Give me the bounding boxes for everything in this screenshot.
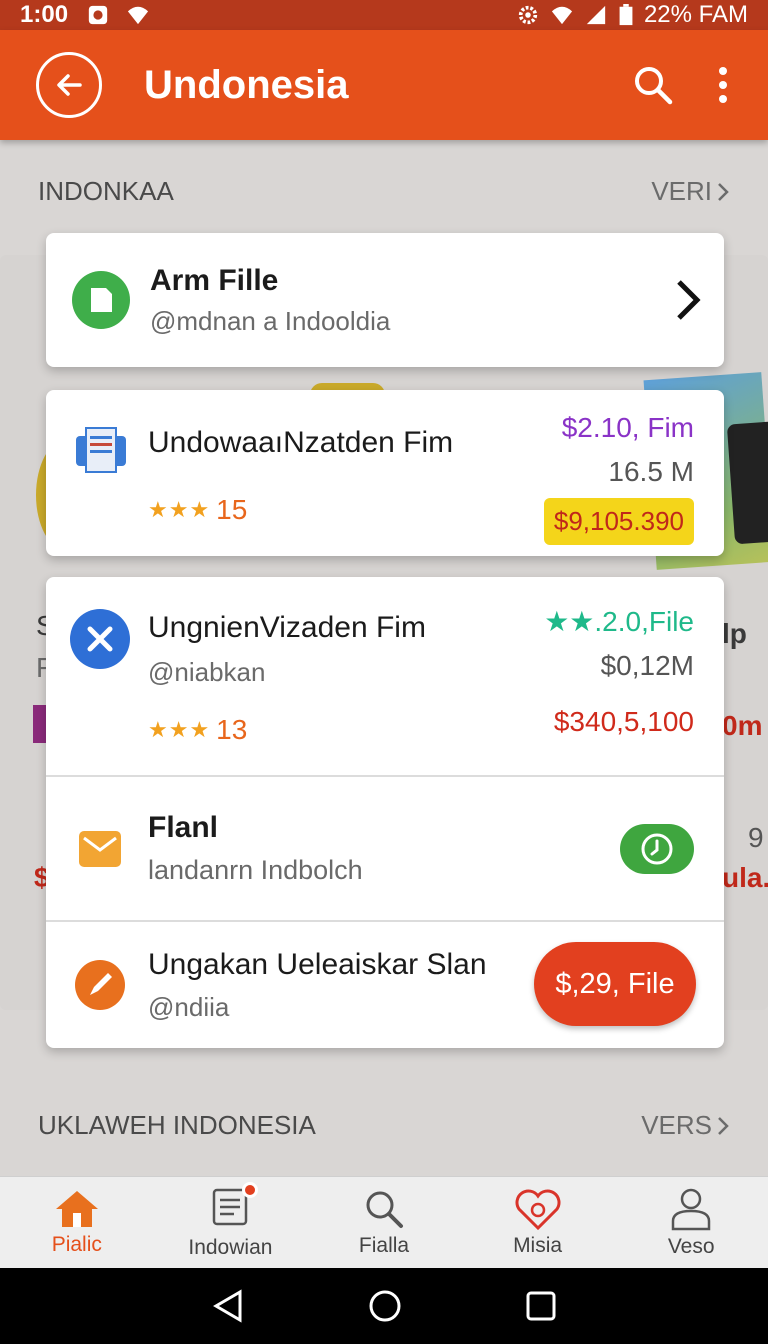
app-title: Undonesia	[144, 62, 349, 107]
section-title: INDONKAA	[38, 176, 174, 206]
nav-label: Indowian	[188, 1235, 273, 1259]
card-title: UngnienVizaden Fim	[148, 611, 426, 644]
section-header: UKLAWEH INDONESIA VERS	[38, 1110, 730, 1141]
system-nav-bar	[0, 1268, 768, 1344]
card-subtitle: @niabkan	[148, 657, 266, 687]
home-icon	[55, 1190, 98, 1227]
wifi-icon	[127, 6, 149, 25]
chevron-right-icon	[718, 1116, 729, 1135]
more-vert-icon[interactable]	[718, 65, 728, 105]
rating-count: 13	[216, 714, 248, 745]
clock-icon	[641, 833, 673, 864]
price-badge[interactable]: $9,105.390	[543, 498, 694, 545]
back-button[interactable]	[36, 52, 102, 118]
star-rating-icon: ★★★	[148, 717, 211, 742]
list-item[interactable]: Ungakan Ueleaiskar Slan @ndiia $,29, Fil…	[46, 922, 724, 1048]
nav-search[interactable]: Fialla	[307, 1177, 461, 1268]
battery-text: 22% FAM	[643, 1, 748, 28]
profile-icon	[671, 1188, 711, 1230]
notification-dot	[242, 1181, 259, 1198]
bg-fragment: lp	[722, 618, 747, 649]
battery-icon	[619, 4, 633, 26]
see-more-link[interactable]: VERS	[641, 1110, 730, 1141]
price-label: $2.10, Fim	[561, 412, 694, 443]
section-header: INDONKAA VERI	[38, 176, 730, 207]
app-bar: Undonesia	[0, 30, 768, 140]
nav-label: Pialic	[51, 1232, 102, 1256]
file-icon	[72, 271, 130, 329]
nav-label: Misia	[513, 1233, 563, 1257]
chevron-right-icon	[718, 182, 729, 201]
size-label: $0,12M	[600, 650, 694, 681]
card-title: Arm Fille	[150, 263, 279, 297]
wifi-full-icon	[551, 6, 573, 25]
bottom-nav: Pialic Indowian Fialla Misia Veso	[0, 1176, 768, 1268]
arrow-left-icon	[57, 74, 82, 96]
nav-label: Fialla	[358, 1233, 410, 1257]
document-icon	[76, 427, 126, 473]
search-icon[interactable]	[632, 64, 674, 106]
chevron-right-icon	[677, 280, 701, 320]
timer-toggle[interactable]	[620, 823, 694, 874]
bg-fragment: 0m	[722, 710, 763, 741]
status-bar: 1:00 22% FAM	[0, 0, 768, 30]
nav-profile[interactable]: Veso	[614, 1177, 768, 1268]
back-triangle-icon[interactable]	[212, 1289, 244, 1323]
home-circle-icon[interactable]	[368, 1289, 402, 1323]
signal-icon	[586, 5, 606, 25]
settings-gear-icon	[518, 5, 538, 25]
app-list-card: UngnienVizaden Fim @niabkan ★★★ 13 ★★.2.…	[46, 577, 724, 1048]
nav-home[interactable]: Pialic	[0, 1177, 154, 1268]
recents-square-icon[interactable]	[526, 1291, 556, 1321]
app-card[interactable]: UndowaaıNzatden Fim ★★★ 15 $2.10, Fim 16…	[46, 390, 724, 556]
star-rating-icon: ★★★	[148, 497, 211, 522]
nav-notes[interactable]: Indowian	[154, 1177, 308, 1268]
bg-fragment: ula.	[722, 862, 768, 893]
amount-label: $340,5,100	[553, 706, 694, 737]
card-title: Ungakan Ueleaiskar Slan	[148, 947, 487, 981]
nav-favorites[interactable]: Misia	[461, 1177, 615, 1268]
status-time: 1:00	[20, 1, 69, 28]
rating: ★★★ 15	[148, 494, 453, 526]
rating: ★★★ 13	[148, 714, 426, 746]
buy-button[interactable]: $,29, File	[534, 942, 696, 1026]
file-card[interactable]: Arm Fille @mdnan a Indooldia	[46, 233, 724, 367]
search-icon	[366, 1191, 403, 1228]
card-subtitle: landanrn Indbolch	[148, 855, 363, 885]
list-item[interactable]: UngnienVizaden Fim @niabkan ★★★ 13 ★★.2.…	[46, 577, 724, 775]
card-title: UndowaaıNzatden Fim	[148, 426, 454, 459]
rating-count: 15	[216, 494, 248, 525]
heart-icon	[515, 1188, 561, 1230]
close-icon	[70, 609, 130, 669]
section-title: UKLAWEH INDONESIA	[38, 1110, 316, 1140]
app-notification-icon	[88, 5, 108, 25]
nav-label: Veso	[667, 1234, 715, 1258]
bg-badge	[33, 705, 47, 743]
card-subtitle: @mdnan a Indooldia	[150, 305, 391, 336]
see-more-link[interactable]: VERI	[651, 176, 730, 207]
pen-icon	[75, 960, 125, 1010]
bg-fragment: 9	[748, 822, 764, 853]
card-subtitle: @ndiia	[148, 991, 230, 1022]
price-label: ★★.2.0,File	[544, 606, 694, 637]
card-title: Flanl	[148, 811, 219, 844]
list-item[interactable]: Flanl landanrn Indbolch	[46, 777, 724, 920]
size-label: 16.5 M	[608, 456, 694, 487]
mail-icon	[79, 830, 121, 867]
